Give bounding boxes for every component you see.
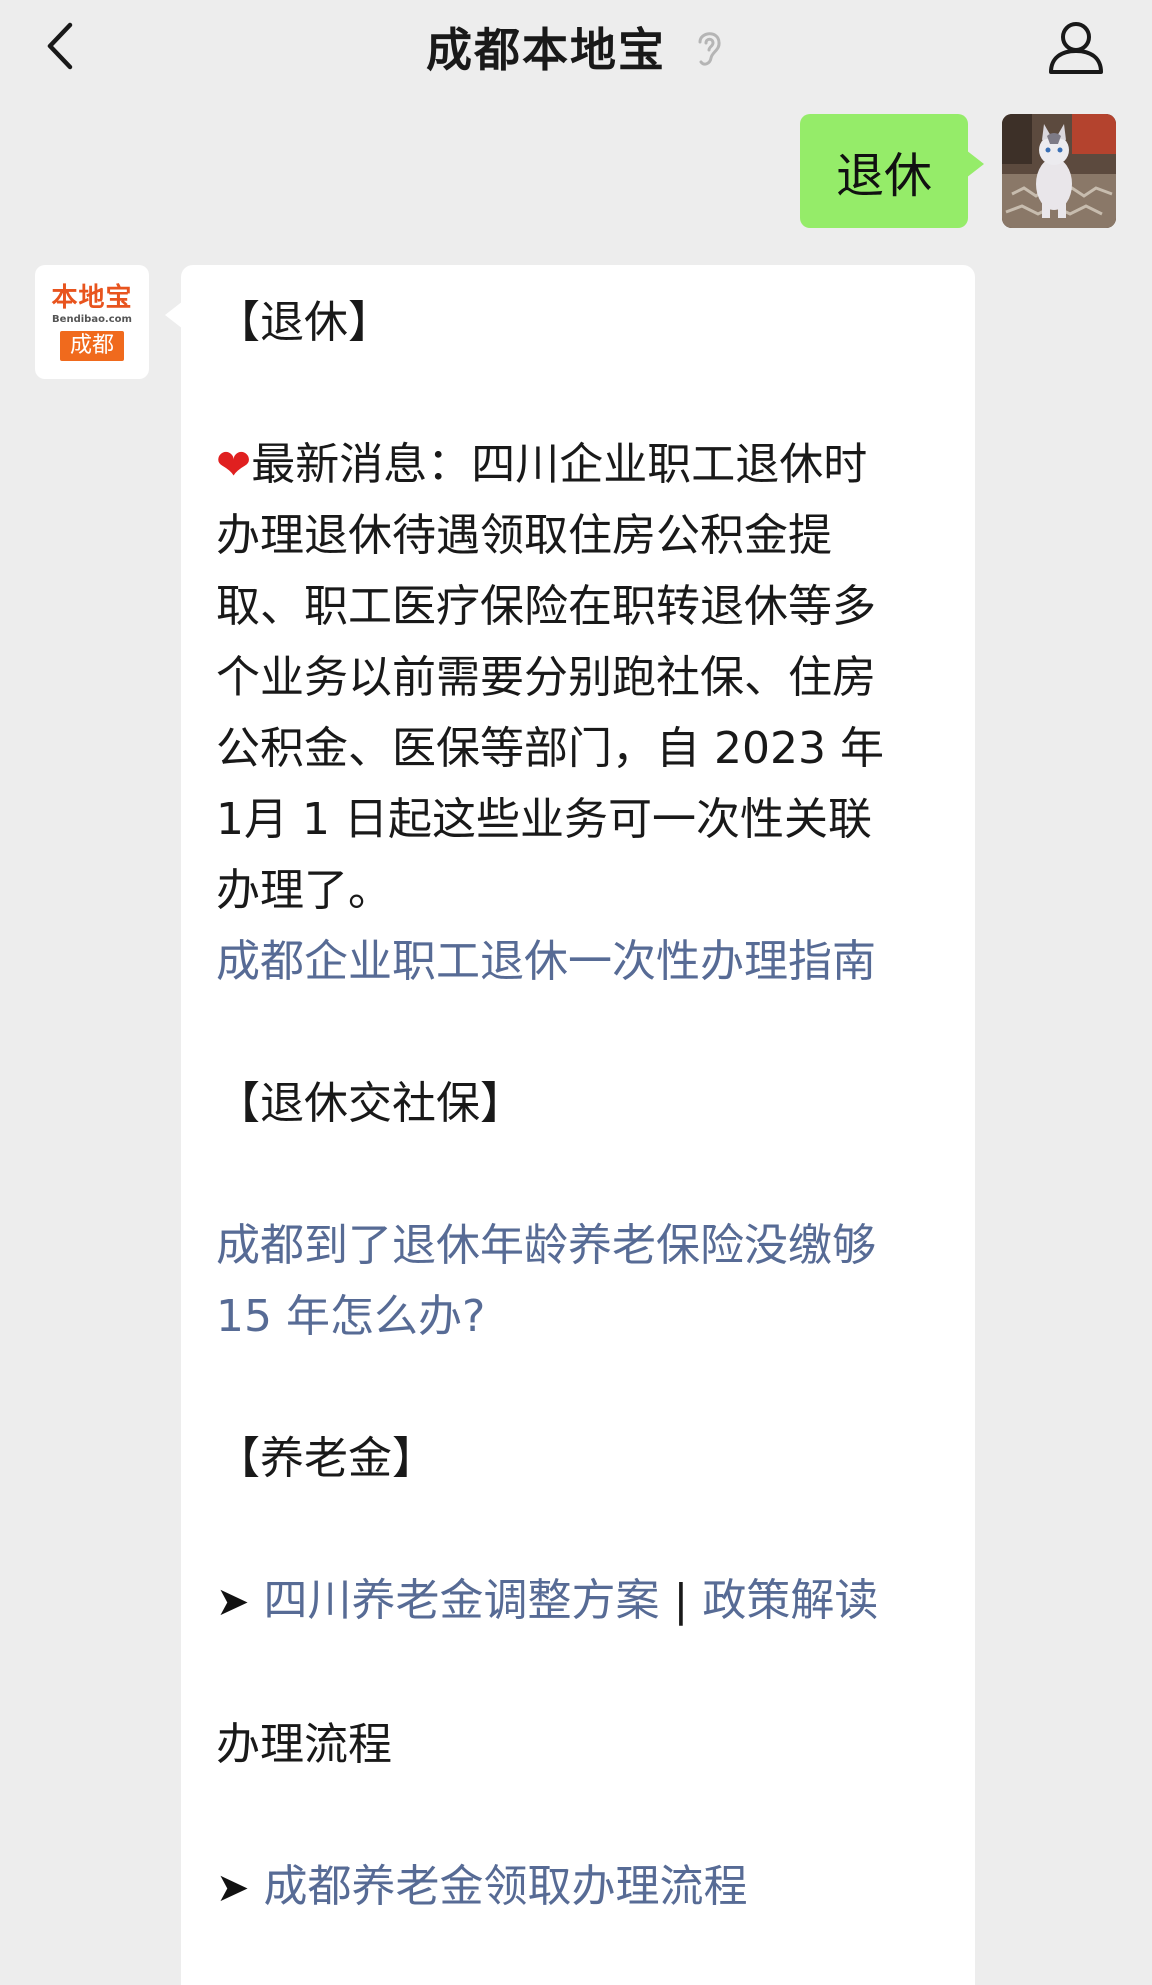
social-insurance-link-cont[interactable]: 15 年怎么办? [216, 1281, 975, 1352]
news-line: ❤最新消息：四川企业职工退休时 [216, 429, 975, 500]
retire-guide-link[interactable]: 成都企业职工退休一次性办理指南 [216, 926, 975, 997]
process-link-row: ➤ 成都养老金领取办理流程 [216, 1851, 975, 1924]
news-line: 公积金、医保等部门，自 2023 年 [216, 723, 884, 774]
logo-subtext: Bendibao.com [52, 314, 132, 325]
arrow-icon: ➤ [216, 1579, 250, 1625]
policy-link[interactable]: 政策解读 [702, 1575, 878, 1626]
separator: | [673, 1575, 689, 1626]
bot-message-bubble: 【退休】 ❤最新消息：四川企业职工退休时 办理退休待遇领取住房公积金提 取、职工… [165, 265, 975, 1985]
social-link-line-2: 15 年怎么办? [216, 1291, 486, 1342]
pension-plan-link[interactable]: 四川养老金调整方案 [264, 1575, 660, 1626]
news-line-text: 最新消息：四川企业职工退休时 [251, 439, 868, 490]
heart-icon: ❤ [216, 440, 252, 489]
user-message-bubble[interactable]: 退休 [799, 114, 985, 228]
bot-avatar[interactable]: 本地宝 Bendibao.com 成都 [35, 265, 149, 379]
arrow-icon: ➤ [216, 1865, 250, 1911]
ear-icon [692, 26, 726, 68]
news-line: 办理退休待遇领取住房公积金提 [216, 510, 832, 561]
chat-page: 成都本地宝 退休 本地宝 Bendibao.com 成都 【退休】 ❤最新消息：… [0, 0, 1152, 1985]
social-link-line-1: 成都到了退休年龄养老保险没缴够 [216, 1220, 876, 1271]
page-title: 成都本地宝 [426, 23, 666, 77]
news-line: 取、职工医疗保险在职转退休等多 [216, 581, 876, 632]
news-line: 1月 1 日起这些业务可一次性关联 [216, 794, 872, 845]
logo-city: 成都 [59, 331, 124, 361]
top-bar: 成都本地宝 [0, 0, 1152, 115]
pension-links-row: ➤ 四川养老金调整方案 | 政策解读 [216, 1565, 975, 1638]
profile-button[interactable] [1040, 14, 1112, 80]
process-label: 办理流程 [216, 1719, 392, 1770]
pension-process-link[interactable]: 成都养老金领取办理流程 [264, 1861, 748, 1912]
news-line: 个业务以前需要分别跑社保、住房 [216, 652, 876, 703]
logo-text: 本地宝 [51, 283, 133, 313]
user-avatar[interactable] [1002, 114, 1116, 228]
section-heading-pension: 【养老金】 [216, 1433, 436, 1484]
section-heading-social: 【退休交社保】 [216, 1078, 524, 1129]
news-line: 办理了。 [216, 865, 392, 916]
social-insurance-link[interactable]: 成都到了退休年龄养老保险没缴够 [216, 1210, 975, 1281]
title-area: 成都本地宝 [0, 14, 1152, 80]
section-heading-retire: 【退休】 [216, 297, 392, 348]
cat-avatar-image [1002, 114, 1116, 228]
user-message-row: 退休 [799, 114, 1116, 228]
person-icon [1049, 22, 1103, 74]
user-message-text: 退休 [835, 148, 932, 204]
